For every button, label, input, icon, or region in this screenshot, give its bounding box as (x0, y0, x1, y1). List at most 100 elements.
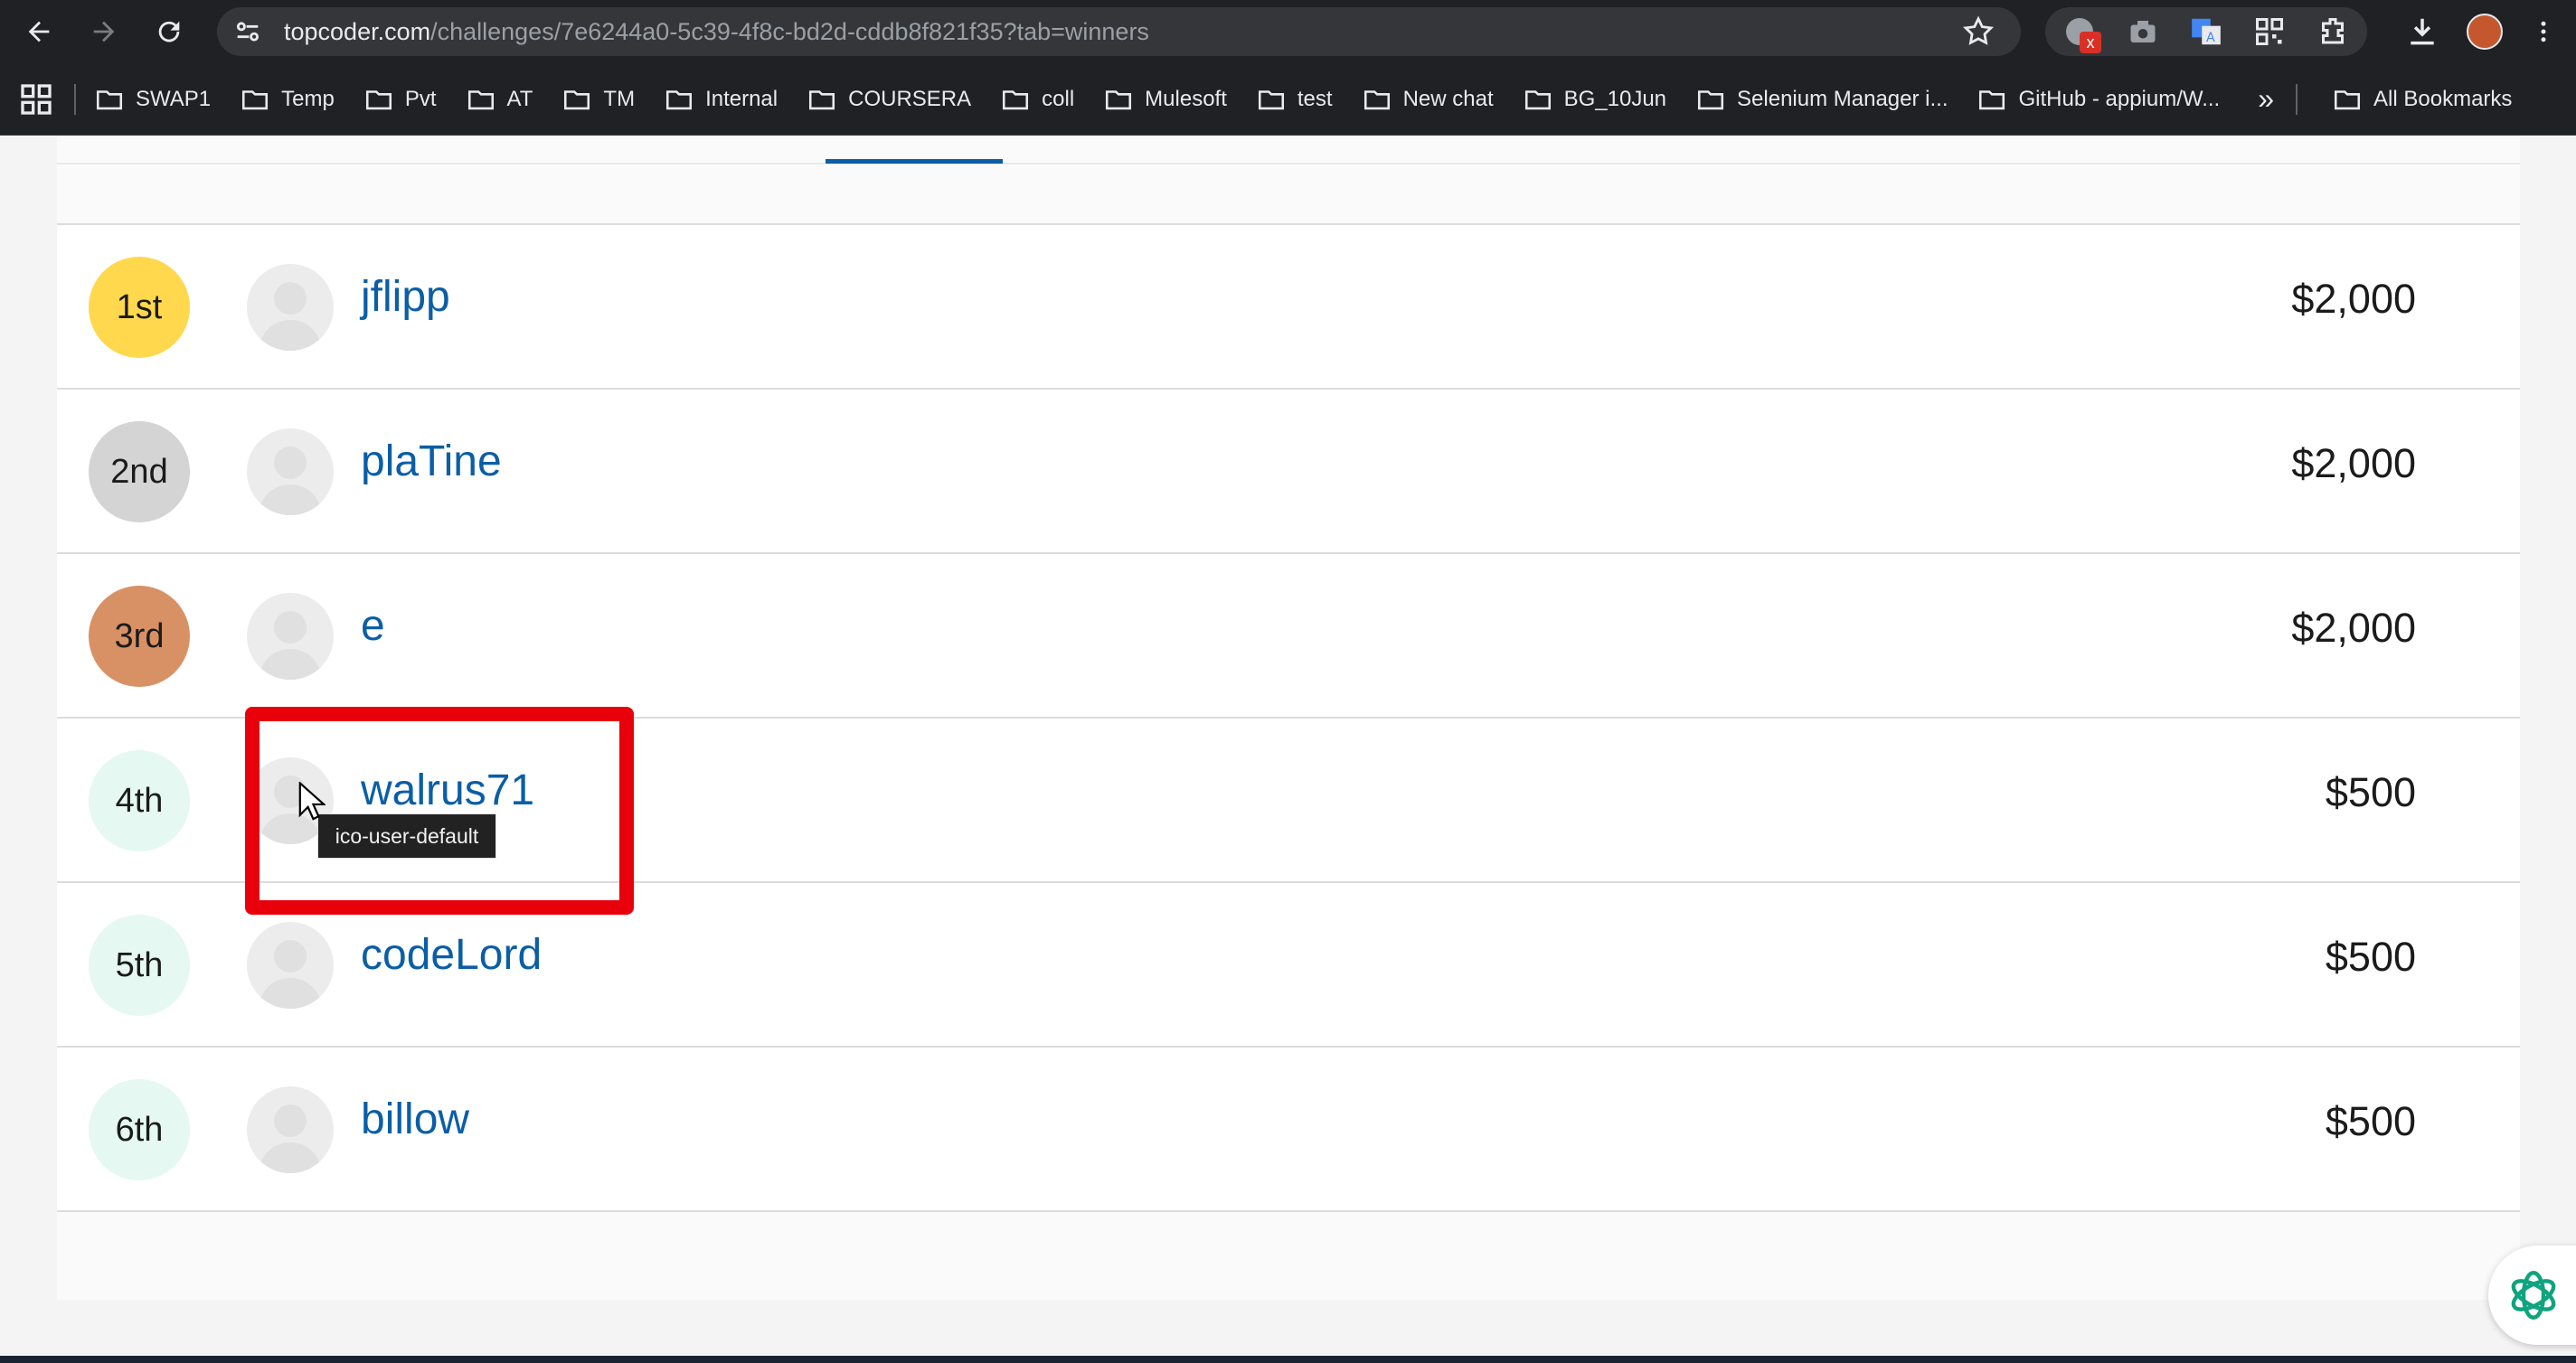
back-button[interactable] (13, 5, 65, 58)
apps-grid-icon[interactable] (18, 81, 54, 118)
bookmarks-separator (74, 83, 76, 115)
bookmark-label: Mulesoft (1145, 86, 1227, 111)
winner-row: 1st jflipp $2,000 (57, 225, 2520, 390)
arrow-right-icon (93, 21, 115, 42)
browser-right-tools (2405, 7, 2557, 56)
bookmark-item[interactable]: New chat (1362, 84, 1494, 115)
bookmark-item[interactable]: test (1256, 84, 1333, 115)
place-badge: 3rd (89, 586, 190, 687)
svg-text:A: A (2206, 31, 2215, 45)
folder-icon (1698, 89, 1724, 109)
folder-icon (1106, 89, 1132, 109)
bookmark-item[interactable]: coll (1000, 84, 1074, 115)
user-default-icon[interactable] (247, 264, 334, 351)
user-default-icon[interactable] (247, 428, 334, 515)
winner-handle-link[interactable]: billow (361, 1095, 469, 1144)
bookmark-item[interactable]: BG_10Jun (1523, 84, 1666, 115)
bookmark-label: coll (1042, 86, 1075, 111)
camera-icon[interactable] (2121, 10, 2165, 53)
folder-icon (1979, 89, 2005, 109)
bookmarks-separator (2296, 83, 2298, 115)
active-tab-indicator (826, 159, 1003, 164)
folder-icon (2335, 89, 2361, 109)
tabs-divider (57, 163, 2520, 164)
all-bookmarks-button[interactable]: All Bookmarks (2332, 84, 2512, 115)
reload-button[interactable] (143, 5, 195, 58)
reload-icon (158, 21, 180, 42)
all-bookmarks-label: All Bookmarks (2373, 86, 2513, 111)
place-badge: 4th (89, 750, 190, 851)
prize-amount: $2,000 (2291, 440, 2416, 486)
url-domain: topcoder.com (284, 17, 431, 45)
winner-handle-link[interactable]: codeLord (361, 930, 542, 980)
site-info-icon[interactable] (230, 14, 266, 50)
user-default-icon[interactable] (247, 593, 334, 680)
folder-icon (96, 89, 123, 109)
url-text[interactable]: topcoder.com/challenges/7e6244a0-5c39-4f… (284, 18, 1149, 46)
forward-button[interactable] (78, 5, 130, 58)
extension-recorder-icon[interactable]: x (2058, 10, 2101, 53)
address-bar[interactable]: topcoder.com/challenges/7e6244a0-5c39-4f… (217, 7, 2021, 56)
bookmark-star-icon[interactable] (1961, 14, 1996, 49)
place-badge: 5th (89, 915, 190, 1016)
prize-amount: $500 (2325, 934, 2416, 980)
mouse-cursor-icon (298, 782, 326, 821)
place-badge: 2nd (89, 421, 190, 522)
bookmark-item[interactable]: GitHub - appium/W... (1977, 84, 2220, 115)
folder-icon (365, 89, 392, 109)
bookmark-label: AT (506, 86, 533, 111)
folder-icon (242, 89, 269, 109)
bookmark-item[interactable]: Mulesoft (1103, 84, 1227, 115)
folder-icon (564, 89, 590, 109)
winner-handle-link[interactable]: e (361, 601, 385, 651)
prize-amount: $2,000 (2291, 605, 2416, 651)
prize-amount: $500 (2325, 769, 2416, 815)
menu-kebab-icon[interactable] (2530, 14, 2557, 49)
bookmark-item[interactable]: SWAP1 (94, 84, 211, 115)
winner-handle-link[interactable]: jflipp (361, 272, 450, 322)
bookmark-item[interactable]: COURSERA (807, 84, 971, 115)
bookmarks-overflow-chevron-icon[interactable]: » (2258, 82, 2274, 116)
winner-row: 3rd e $2,000 (57, 554, 2520, 719)
extensions-area: x A (2045, 7, 2367, 56)
folder-icon (666, 89, 693, 109)
user-default-icon[interactable] (247, 922, 334, 1009)
bookmark-item[interactable]: Temp (240, 84, 335, 115)
arrow-left-icon (28, 21, 50, 42)
download-icon[interactable] (2405, 14, 2439, 49)
bookmark-item[interactable]: TM (561, 84, 635, 115)
winner-handle-link[interactable]: plaTine (361, 437, 502, 486)
folder-icon (1258, 89, 1284, 109)
bookmark-label: Temp (281, 86, 335, 111)
profile-avatar[interactable] (2467, 14, 2503, 50)
bookmarks-bar: SWAP1 Temp Pvt AT TM Internal COURSERA coll Mule… (0, 63, 2576, 136)
translate-icon[interactable]: A (2184, 10, 2228, 53)
page-content: 1st jflipp $2,000 2nd plaTine $2,000 3rd e $2,00… (0, 136, 2576, 1363)
bookmark-label: TM (603, 86, 636, 111)
extensions-puzzle-icon[interactable] (2311, 10, 2354, 53)
avatar-tooltip: ico-user-default (317, 813, 496, 859)
url-path: /challenges/7e6244a0-5c39-4f8c-bd2d-cddb… (430, 17, 1149, 45)
bookmark-item[interactable]: Selenium Manager i... (1695, 84, 1948, 115)
footer-strip (0, 1356, 2576, 1363)
folder-icon (1524, 89, 1551, 109)
winner-row: 6th billow $500 (57, 1048, 2520, 1212)
bookmark-label: COURSERA (848, 86, 972, 111)
bookmark-item[interactable]: Internal (664, 84, 778, 115)
prize-amount: $500 (2325, 1098, 2416, 1144)
qr-code-icon[interactable] (2248, 10, 2291, 53)
chat-assistant-button[interactable] (2488, 1246, 2576, 1345)
folder-icon (467, 89, 494, 109)
bookmark-label: test (1297, 86, 1333, 111)
bookmark-label: SWAP1 (136, 86, 212, 111)
bookmark-item[interactable]: Pvt (363, 84, 437, 115)
openai-logo-icon (2511, 1271, 2556, 1320)
bookmark-item[interactable]: AT (466, 84, 533, 115)
winner-row: 2nd plaTine $2,000 (57, 390, 2520, 554)
bookmark-label: Selenium Manager i... (1737, 86, 1949, 111)
bookmark-label: BG_10Jun (1563, 86, 1667, 111)
bookmark-label: Internal (705, 86, 778, 111)
folder-icon (1363, 89, 1390, 109)
prize-amount: $2,000 (2291, 276, 2416, 322)
user-default-icon[interactable] (247, 1086, 334, 1173)
